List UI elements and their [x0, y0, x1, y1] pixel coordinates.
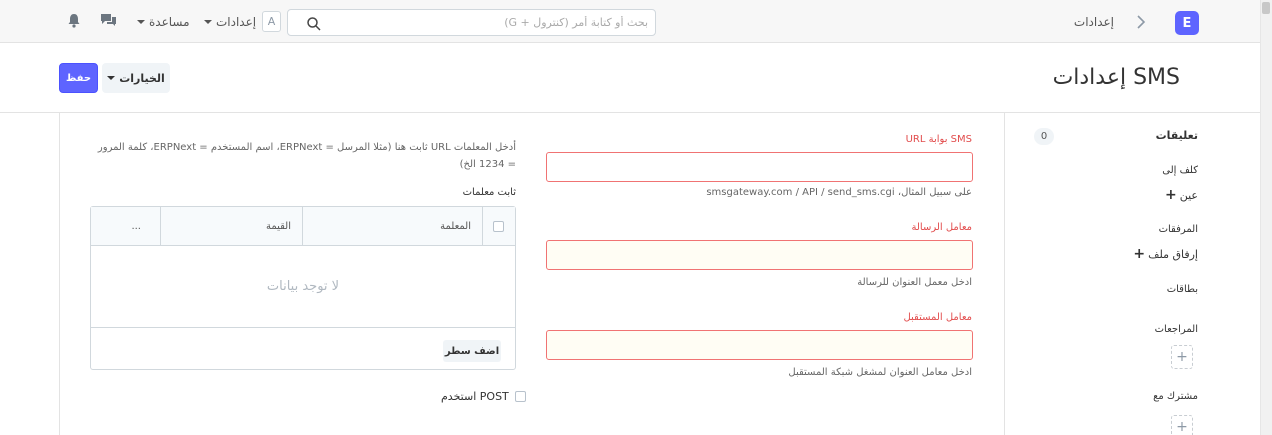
shared-with-label: مشترك مع	[1153, 391, 1198, 402]
column-more-label: ...	[131, 221, 141, 232]
column-header-more[interactable]: ...	[91, 207, 151, 246]
chevron-right-icon	[1137, 15, 1146, 29]
static-params-label: ثابت معلمات	[462, 187, 516, 198]
select-all-checkbox[interactable]	[493, 221, 504, 232]
static-params-description: أدخل المعلمات URL ثابت هنا (مثلا المرسل …	[97, 142, 516, 170]
message-param-label: معامل الرسالة	[911, 222, 972, 233]
message-param-description: ادخل معمل العنوان للرسالة	[857, 277, 972, 288]
plus-icon: +	[1165, 187, 1177, 203]
column-divider	[302, 207, 303, 246]
scrollbar[interactable]	[1260, 0, 1272, 435]
save-button[interactable]: حفظ	[59, 63, 98, 93]
reviews-label: المراجعات	[1154, 324, 1198, 335]
attachments-label: المرفقات	[1158, 224, 1198, 235]
table-empty-state: لا توجد بيانات	[266, 279, 340, 294]
avatar-letter: A	[267, 15, 276, 28]
receiver-param-input[interactable]	[547, 331, 972, 359]
column-param-label: المعلمة	[440, 221, 471, 232]
page-title: SMS إعدادات	[1052, 65, 1180, 90]
column-header-value: القيمة	[161, 207, 291, 246]
add-row-label: اضف سطر	[444, 345, 500, 357]
app-logo[interactable]: E	[1175, 11, 1199, 35]
static-params-table: المعلمة القيمة ... لا توجد بيانات اضف سط…	[90, 206, 516, 370]
comments-label: تعليقات	[1155, 129, 1198, 142]
caret-down-icon	[107, 76, 116, 80]
attach-file-link[interactable]: إرفاق ملف +	[1133, 246, 1198, 262]
assign-link[interactable]: عين +	[1165, 187, 1198, 203]
layout-divider-left	[59, 113, 60, 435]
comments-count-badge: 0	[1034, 128, 1054, 145]
menu-button[interactable]: الخيارات	[102, 63, 170, 93]
receiver-param-description: ادخل معامل العنوان لمشغل شبكة المستقبل	[788, 367, 972, 378]
comments-count: 0	[1040, 131, 1048, 142]
table-footer: اضف سطر	[91, 327, 515, 369]
plus-icon: +	[1176, 349, 1188, 365]
menu-label: الخيارات	[119, 71, 165, 85]
search-input[interactable]	[322, 13, 648, 32]
caret-down-icon	[204, 20, 212, 24]
add-row-button[interactable]: اضف سطر	[443, 340, 501, 362]
use-post-checkbox[interactable]	[514, 391, 526, 402]
assigned-to-label: كلف إلى	[1162, 165, 1198, 176]
save-label: حفظ	[65, 72, 92, 84]
bell-icon[interactable]	[67, 13, 81, 28]
column-divider	[482, 207, 483, 246]
plus-icon: +	[1176, 419, 1188, 435]
attach-link-label: إرفاق ملف	[1148, 247, 1198, 261]
chat-icon[interactable]	[100, 13, 117, 28]
scrollbar-thumb[interactable]	[1262, 2, 1270, 14]
caret-down-icon	[137, 20, 145, 24]
assign-link-label: عين	[1179, 188, 1198, 202]
gateway-url-label: SMS بوابة URL	[905, 134, 972, 145]
gateway-url-input[interactable]	[547, 153, 972, 181]
help-dropdown[interactable]: مساعدة	[137, 15, 190, 29]
breadcrumb[interactable]: إعدادات	[1074, 15, 1114, 29]
use-post-label: استخدم POST	[441, 390, 509, 403]
message-param-input[interactable]	[547, 241, 972, 269]
logo-letter: E	[1182, 15, 1192, 31]
avatar[interactable]: A	[262, 11, 281, 32]
add-share-button[interactable]: +	[1171, 415, 1193, 435]
help-label: مساعدة	[149, 15, 190, 29]
receiver-param-field[interactable]	[546, 330, 973, 360]
search-icon	[307, 17, 321, 31]
gateway-url-description: على سبيل المثال، smsgateway.com / API / …	[706, 187, 972, 198]
column-divider	[160, 207, 161, 246]
table-header: المعلمة القيمة ...	[91, 207, 515, 246]
receiver-param-label: معامل المستقبل	[903, 312, 972, 323]
column-header-param: المعلمة	[303, 207, 471, 246]
plus-icon: +	[1133, 246, 1146, 262]
add-review-button[interactable]: +	[1171, 345, 1193, 369]
message-param-field[interactable]	[546, 240, 973, 270]
settings-label: إعدادات	[216, 15, 257, 29]
navbar: E إعدادات A إعدادات مساعدة	[0, 0, 1260, 43]
use-post-row[interactable]: استخدم POST	[441, 390, 526, 403]
page-head: SMS إعدادات الخيارات حفظ	[0, 44, 1260, 113]
tags-label[interactable]: بطاقات	[1167, 284, 1198, 295]
gateway-url-field[interactable]	[546, 152, 973, 182]
column-value-label: القيمة	[265, 221, 291, 232]
settings-dropdown[interactable]: إعدادات	[204, 15, 256, 29]
layout-divider-right	[1004, 113, 1005, 435]
search-box[interactable]	[287, 9, 656, 36]
